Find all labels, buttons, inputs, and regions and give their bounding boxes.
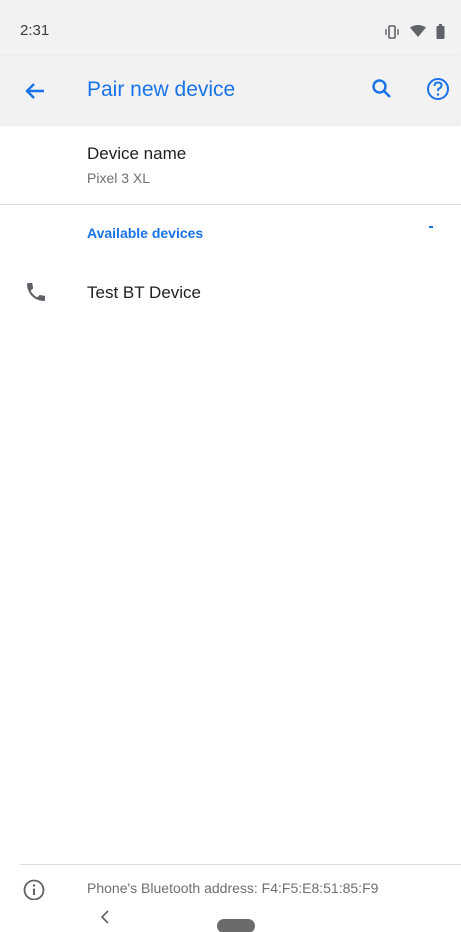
- search-icon[interactable]: [369, 76, 395, 102]
- scanning-progress-indicator: [429, 226, 433, 228]
- bluetooth-address-footer: Phone's Bluetooth address: F4:F5:E8:51:8…: [0, 866, 461, 902]
- wifi-icon: [410, 25, 426, 43]
- status-bar: 2:31: [0, 0, 461, 56]
- nav-home-pill[interactable]: [217, 919, 255, 932]
- list-item-test-bt-device[interactable]: Test BT Device: [0, 262, 461, 322]
- page-title: Pair new device: [87, 78, 236, 101]
- help-icon[interactable]: [425, 76, 451, 102]
- arrow-back-icon[interactable]: [20, 76, 50, 106]
- status-icons: [384, 24, 445, 44]
- status-time: 2:31: [20, 22, 50, 39]
- app-bar: Pair new device: [0, 56, 461, 124]
- battery-icon: [436, 24, 445, 44]
- device-name-row[interactable]: Device name Pixel 3 XL: [0, 124, 461, 204]
- phone-icon: [24, 280, 48, 304]
- device-name-value: Pixel 3 XL: [87, 170, 151, 186]
- info-icon: [22, 878, 46, 902]
- device-name-title: Device name: [87, 144, 187, 163]
- available-devices-header: Available devices: [87, 225, 204, 241]
- footer-divider: [20, 864, 461, 865]
- bluetooth-address-text: Phone's Bluetooth address: F4:F5:E8:51:8…: [87, 880, 379, 896]
- device-label: Test BT Device: [87, 283, 202, 302]
- vibrate-icon: [384, 24, 400, 44]
- nav-back-icon[interactable]: [98, 908, 112, 926]
- navigation-bar: [0, 900, 461, 932]
- screen: 2:31 Pair new device Device name Pixel 3…: [0, 0, 461, 932]
- divider: [0, 204, 461, 205]
